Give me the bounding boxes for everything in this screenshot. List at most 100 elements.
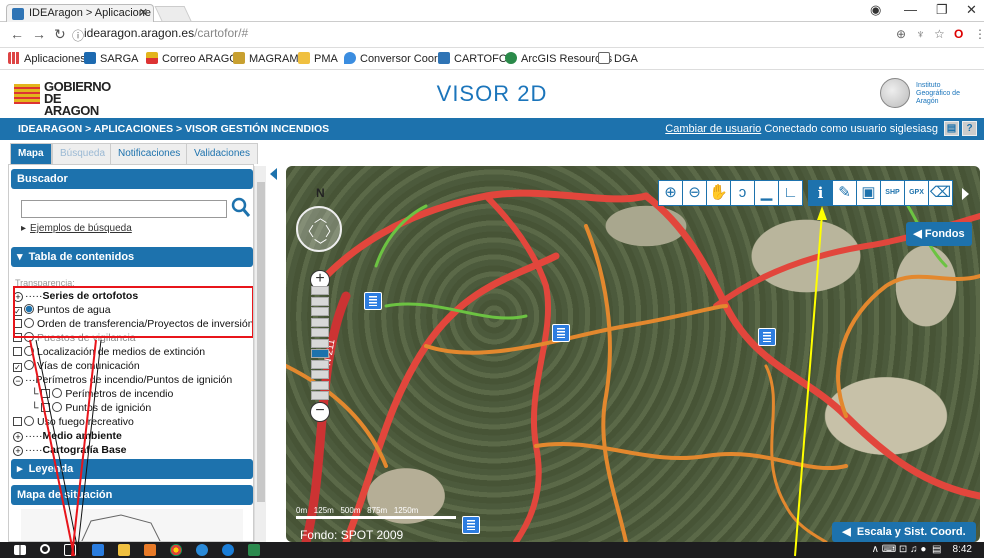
app-icon-4[interactable] xyxy=(248,544,260,556)
file-explorer-icon[interactable] xyxy=(118,544,130,556)
tab-mapa[interactable]: Mapa xyxy=(10,143,52,164)
situacion-header[interactable]: Mapa de situación xyxy=(11,485,253,505)
pan-control[interactable]: ︿ 〈 〉 ﹀ xyxy=(296,206,342,254)
zoom-step[interactable] xyxy=(311,328,329,337)
bookmark-pma[interactable]: PMA xyxy=(298,52,338,65)
toc-item-medios-extincion[interactable]: Localización de medios de extinción xyxy=(13,345,205,359)
clock[interactable]: 8:42 xyxy=(953,544,972,555)
draw-pencil-icon[interactable]: ✎ xyxy=(832,180,857,206)
zoom-step[interactable] xyxy=(311,338,329,348)
expand-icon[interactable]: + xyxy=(13,432,23,442)
collapse-panel-icon[interactable] xyxy=(270,168,277,180)
buscador-header[interactable]: Buscador xyxy=(11,169,253,189)
windows-start-icon[interactable] xyxy=(14,545,26,555)
water-point-marker[interactable] xyxy=(462,516,480,534)
zoom-icon[interactable]: ⊕ xyxy=(896,27,906,41)
star-icon[interactable]: ☆ xyxy=(934,27,945,41)
tab-validaciones[interactable]: Validaciones xyxy=(186,143,258,164)
situation-minimap[interactable] xyxy=(21,509,243,541)
pan-left-icon[interactable]: 〈 xyxy=(301,221,314,240)
radio-button[interactable] xyxy=(24,416,34,426)
bookmark-dga[interactable]: DGA xyxy=(598,52,638,65)
tray-icons[interactable]: ∧ ⌨ ⊡ ♫ ● ▤ xyxy=(872,544,950,555)
eraser-icon[interactable]: ⌫ xyxy=(928,180,953,206)
scrollbar-thumb[interactable] xyxy=(257,182,265,502)
leyenda-header[interactable]: ▸ Leyenda xyxy=(11,459,253,479)
opera-icon[interactable]: O xyxy=(954,27,963,41)
profile-icon[interactable]: ◉ xyxy=(870,2,881,18)
measure-distance-icon[interactable]: ▁ xyxy=(754,180,779,206)
igear-logo[interactable]: Instituto Geográfico de Aragón xyxy=(872,78,972,110)
zoom-step[interactable] xyxy=(311,286,329,295)
water-point-marker[interactable] xyxy=(364,292,382,310)
toc-item-uso-fuego[interactable]: Uso fuego recreativo xyxy=(13,415,134,429)
app-icon[interactable] xyxy=(144,544,156,556)
zoom-step[interactable] xyxy=(311,296,329,306)
close-window-icon[interactable]: ✕ xyxy=(966,2,977,18)
toc-item-perimetros[interactable]: └ Perímetros de incendio xyxy=(31,387,173,401)
help-icon[interactable]: ? xyxy=(962,121,977,136)
edge-icon[interactable] xyxy=(92,544,104,556)
examples-link[interactable]: ▸ Ejemplos de búsqueda xyxy=(21,223,132,234)
restore-icon[interactable]: ❐ xyxy=(936,2,948,18)
back-icon[interactable]: ← xyxy=(10,26,24,42)
search-input[interactable] xyxy=(21,200,227,218)
zoom-step[interactable] xyxy=(311,349,329,358)
zoom-out-button[interactable]: − xyxy=(310,402,330,422)
close-tab-icon[interactable]: ✕ xyxy=(139,5,148,22)
browser-tab[interactable]: IDEAragon > Aplicacione ✕ xyxy=(6,4,154,22)
info-icon[interactable]: i xyxy=(808,180,833,206)
menu-icon[interactable]: ⋮ xyxy=(974,27,984,41)
bookmark-cartofor[interactable]: CARTOFOR xyxy=(438,52,515,65)
collapse-icon[interactable]: − xyxy=(13,376,23,386)
chrome-icon[interactable] xyxy=(170,544,182,556)
gpx-icon[interactable]: GPX xyxy=(904,180,929,206)
water-point-marker[interactable] xyxy=(758,328,776,346)
checkbox[interactable] xyxy=(13,417,22,426)
extension-icon[interactable]: ♆ xyxy=(916,27,925,41)
shp-icon[interactable]: SHP xyxy=(880,180,905,206)
water-point-marker[interactable] xyxy=(552,324,570,342)
app-icon-3[interactable] xyxy=(222,544,234,556)
map-view[interactable]: N-211 N ︿ 〈 〉 ﹀ + − ⊕ ⊖ ✋ ↄ ▁ ∟ i ✎ ▣ SH… xyxy=(286,166,980,542)
tab-notificaciones[interactable]: Notificaciones xyxy=(110,143,189,164)
fondos-button[interactable]: ◀ Fondos xyxy=(906,222,972,246)
search-icon[interactable] xyxy=(231,197,251,219)
forward-icon[interactable]: → xyxy=(32,26,46,42)
zoom-step[interactable] xyxy=(311,307,329,316)
change-user-link[interactable]: Cambiar de usuario xyxy=(665,123,761,135)
measure-area-icon[interactable]: ∟ xyxy=(778,180,803,206)
checkbox[interactable] xyxy=(13,347,22,356)
radio-button[interactable] xyxy=(52,388,63,398)
radio-button[interactable] xyxy=(24,360,34,370)
print-icon[interactable]: ▤ xyxy=(944,121,959,136)
toc-item-perimetros-group[interactable]: − ···Perímetros de incendio/Puntos de ign… xyxy=(13,373,232,387)
zoom-in-tool-icon[interactable]: ⊕ xyxy=(658,180,683,206)
pan-down-icon[interactable]: ﹀ xyxy=(314,235,327,254)
task-view-icon[interactable] xyxy=(64,544,76,556)
save-icon[interactable]: ▣ xyxy=(856,180,881,206)
toc-item-puntos-ignicion[interactable]: └ Puntos de ignición xyxy=(31,401,151,415)
zoom-step[interactable] xyxy=(311,359,329,369)
zoom-slider[interactable] xyxy=(311,286,329,406)
new-tab-button[interactable] xyxy=(154,6,192,21)
checkbox[interactable] xyxy=(13,363,22,372)
toc-item-vias-comunicacion[interactable]: Vías de comunicación xyxy=(13,359,140,373)
reload-icon[interactable]: ↻ xyxy=(54,26,66,43)
info-icon[interactable]: ⓘ xyxy=(72,27,84,44)
search-taskbar-icon[interactable] xyxy=(40,544,50,554)
toc-item-cartografia[interactable]: + ·····Cartografía Base xyxy=(13,443,127,457)
minimize-icon[interactable]: — xyxy=(904,2,917,17)
bookmark-sarga[interactable]: SARGA xyxy=(84,52,139,65)
bookmark-conversor[interactable]: Conversor Coord xyxy=(344,52,444,65)
radio-button[interactable] xyxy=(52,402,63,412)
toolbar-expand-icon[interactable] xyxy=(962,188,969,200)
zoom-step[interactable] xyxy=(311,380,329,390)
bookmark-arcgis[interactable]: ArcGIS Resources xyxy=(505,52,612,65)
radio-button[interactable] xyxy=(24,346,34,356)
checkbox[interactable] xyxy=(41,389,51,398)
bookmark-correo[interactable]: Correo ARAGON xyxy=(146,52,246,65)
zoom-out-tool-icon[interactable]: ⊖ xyxy=(682,180,707,206)
escala-button[interactable]: ◀ Escala y Sist. Coord. xyxy=(832,522,976,542)
expand-icon[interactable]: + xyxy=(13,446,23,456)
